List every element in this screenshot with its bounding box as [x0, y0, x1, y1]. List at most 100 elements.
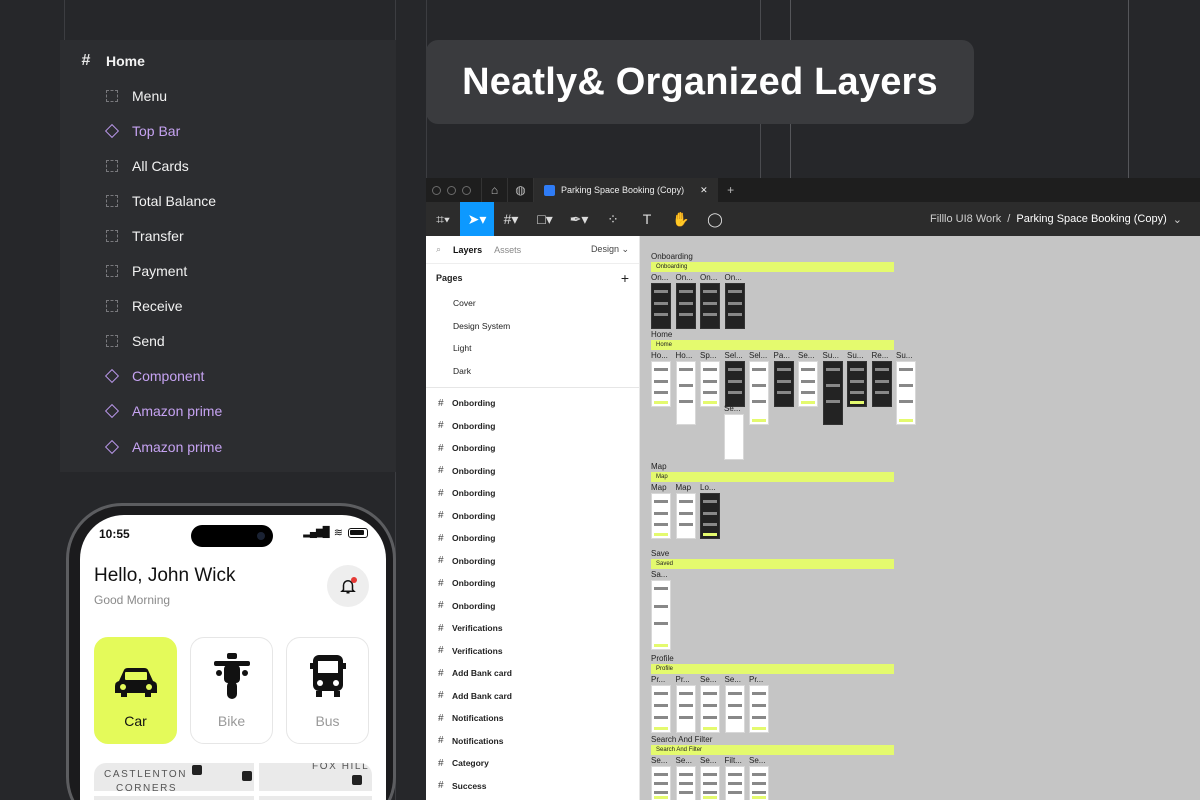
- vehicle-bus-card[interactable]: Bus: [286, 637, 369, 744]
- frame-layer-item[interactable]: # Add Bank card: [426, 685, 639, 708]
- frame-thumbnail[interactable]: [749, 361, 769, 425]
- frame-thumbnail[interactable]: [724, 414, 744, 460]
- frame-layer-item[interactable]: # Onbording: [426, 572, 639, 595]
- window-dot[interactable]: [447, 185, 456, 195]
- frame-thumbnail[interactable]: [651, 685, 671, 733]
- vehicle-bike-card[interactable]: Bike: [190, 637, 273, 744]
- frame-layer-item[interactable]: # Onbording: [426, 460, 639, 483]
- map-pin-icon[interactable]: [352, 775, 362, 785]
- page-item[interactable]: Dark: [426, 360, 639, 383]
- layer-item[interactable]: All Cards: [104, 148, 189, 183]
- page-item[interactable]: Design System: [426, 315, 639, 338]
- map-pin-icon[interactable]: [242, 771, 252, 781]
- frame-layer-item[interactable]: # Onbording: [426, 415, 639, 438]
- search-icon[interactable]: ⌕: [436, 244, 441, 255]
- frame-thumbnail[interactable]: [798, 361, 818, 407]
- frame-layer-item[interactable]: # Success: [426, 775, 639, 798]
- frame-thumbnail[interactable]: [724, 685, 745, 733]
- layer-item[interactable]: Receive: [104, 289, 183, 324]
- file-tab[interactable]: Parking Space Booking (Copy) ✕: [533, 178, 718, 202]
- section-bar[interactable]: Home: [651, 340, 894, 350]
- frame-thumbnail[interactable]: [675, 493, 696, 539]
- frame-thumbnail[interactable]: [724, 361, 745, 407]
- frame-thumbnail[interactable]: [700, 766, 720, 800]
- frame-thumbnail[interactable]: [847, 361, 867, 407]
- frame-layer-item[interactable]: # Onbording: [426, 505, 639, 528]
- frame-thumbnail[interactable]: [700, 283, 720, 329]
- frame-layer-item[interactable]: # Notifications: [426, 707, 639, 730]
- frame-layer-item[interactable]: # Onbording: [426, 550, 639, 573]
- layer-item[interactable]: Amazon prime: [104, 429, 222, 464]
- move-tool-icon[interactable]: ➤▾: [460, 202, 494, 236]
- frame-layer-item[interactable]: # Onbording: [426, 482, 639, 505]
- layer-item[interactable]: Transfer: [104, 218, 184, 253]
- layer-item[interactable]: Amazon prime: [104, 394, 222, 429]
- frame-layer-item[interactable]: # Add Bank card: [426, 662, 639, 685]
- design-dropdown[interactable]: Design ⌄: [591, 244, 629, 255]
- frame-thumbnail[interactable]: [724, 283, 745, 329]
- layer-item[interactable]: Send: [104, 324, 165, 359]
- frame-thumbnail[interactable]: [749, 685, 769, 733]
- text-tool-icon[interactable]: T: [630, 202, 664, 236]
- chevron-down-icon[interactable]: ⌄: [1173, 213, 1182, 226]
- hand-tool-icon[interactable]: ✋: [664, 202, 698, 236]
- frame-layer-item[interactable]: # Verifications: [426, 617, 639, 640]
- frame-thumbnail[interactable]: [675, 685, 696, 733]
- tab-layers[interactable]: Layers: [453, 245, 482, 255]
- section-bar[interactable]: Onboarding: [651, 262, 894, 272]
- layer-home[interactable]: # Home: [78, 43, 145, 78]
- canvas[interactable]: Onboarding Onboarding On... On... On... On...…: [640, 236, 1200, 800]
- layer-item[interactable]: Payment: [104, 254, 187, 289]
- shape-tool-icon[interactable]: □▾: [528, 202, 562, 236]
- map-pin-icon[interactable]: [192, 765, 202, 775]
- breadcrumb-team[interactable]: Filllo UI8 Work: [930, 213, 1001, 225]
- globe-icon[interactable]: ◍: [507, 178, 533, 202]
- notification-button[interactable]: [327, 565, 369, 607]
- frame-layer-item[interactable]: # Onbording: [426, 527, 639, 550]
- new-tab-icon[interactable]: +: [718, 178, 744, 202]
- layer-item[interactable]: Component: [104, 359, 204, 394]
- frame-thumbnail[interactable]: [896, 361, 916, 425]
- layer-item[interactable]: Top Bar: [104, 113, 180, 148]
- page-item[interactable]: Cover: [426, 292, 639, 315]
- layer-item[interactable]: Total Balance: [104, 183, 216, 218]
- window-dot[interactable]: [432, 185, 441, 195]
- map-preview[interactable]: CASTLENTON CORNERS FOX HILL: [94, 763, 372, 800]
- window-dot[interactable]: [462, 185, 471, 195]
- frame-tool-icon[interactable]: #▾: [494, 202, 528, 236]
- pen-tool-icon[interactable]: ✒▾: [562, 202, 596, 236]
- frame-thumbnail[interactable]: [773, 361, 794, 407]
- frame-layer-item[interactable]: # Onbording: [426, 437, 639, 460]
- frame-thumbnail[interactable]: [724, 766, 745, 800]
- frame-layer-item[interactable]: # Notifications: [426, 730, 639, 753]
- frame-layer-item[interactable]: # Category: [426, 752, 639, 775]
- tab-assets[interactable]: Assets: [494, 245, 521, 255]
- frame-layer-item[interactable]: # Verifications: [426, 640, 639, 663]
- frame-thumbnail[interactable]: [675, 283, 696, 329]
- section-bar[interactable]: Search And Filter: [651, 745, 894, 755]
- section-bar[interactable]: Map: [651, 472, 894, 482]
- frame-layer-item[interactable]: # Onbording: [426, 392, 639, 415]
- section-bar[interactable]: Profile: [651, 664, 894, 674]
- frame-thumbnail[interactable]: [749, 766, 769, 800]
- comment-tool-icon[interactable]: ◯: [698, 202, 732, 236]
- vehicle-car-card[interactable]: Car: [94, 637, 177, 744]
- frame-thumbnail[interactable]: [675, 766, 696, 800]
- frame-thumbnail[interactable]: [700, 685, 720, 733]
- frame-thumbnail[interactable]: [675, 361, 696, 425]
- add-page-icon[interactable]: +: [621, 270, 629, 286]
- frame-thumbnail[interactable]: [651, 361, 671, 407]
- components-icon[interactable]: ⁘: [596, 202, 630, 236]
- frame-thumbnail[interactable]: [651, 766, 671, 800]
- breadcrumb-file[interactable]: Parking Space Booking (Copy): [1016, 213, 1166, 225]
- layer-item[interactable]: Menu: [104, 78, 167, 113]
- frame-thumbnail[interactable]: [822, 361, 843, 425]
- frame-thumbnail[interactable]: [651, 493, 671, 539]
- section-bar[interactable]: Saved: [651, 559, 894, 569]
- frame-layer-item[interactable]: # Onbording: [426, 595, 639, 618]
- frame-thumbnail[interactable]: [700, 361, 720, 407]
- main-menu-icon[interactable]: ⌗▾: [426, 202, 460, 236]
- frame-thumbnail[interactable]: [871, 361, 892, 407]
- frame-thumbnail[interactable]: [700, 493, 720, 539]
- frame-thumbnail[interactable]: [651, 283, 671, 329]
